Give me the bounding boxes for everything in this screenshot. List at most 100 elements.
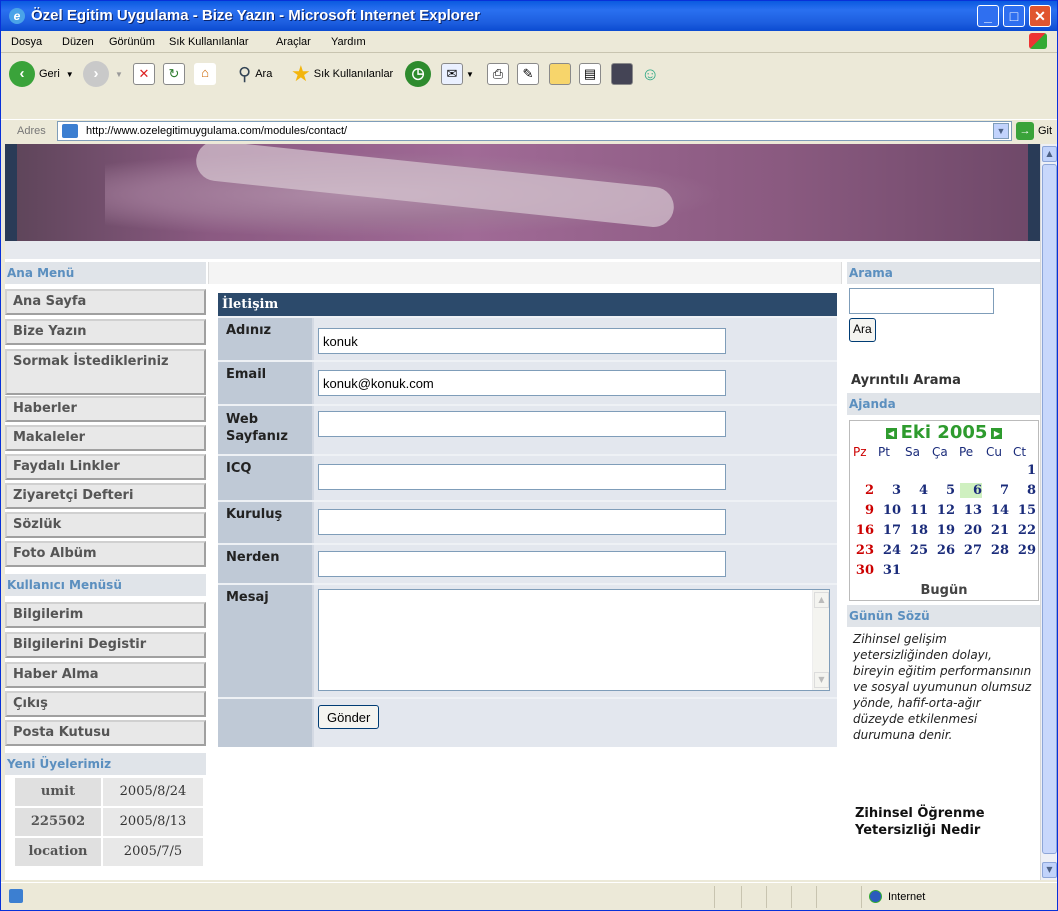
menu-item-haberler[interactable]: Haberler	[5, 396, 206, 422]
calendar-day[interactable]: 12	[933, 503, 955, 518]
calendar-day[interactable]: 31	[879, 563, 901, 578]
calendar-day[interactable]: 19	[933, 523, 955, 538]
menu-item-faydali-linkler[interactable]: Faydalı Linkler	[5, 454, 206, 480]
calendar-day[interactable]: 17	[879, 523, 901, 538]
refresh-button[interactable]: ↻	[163, 59, 185, 89]
menu-item-sozluk[interactable]: Sözlük	[5, 512, 206, 538]
menu-item-bilgilerim[interactable]: Bilgilerim	[5, 602, 206, 628]
calendar-day[interactable]: 26	[933, 543, 955, 558]
name-field[interactable]: konuk	[318, 328, 726, 354]
search-submit-button[interactable]: Ara	[849, 318, 876, 342]
calendar-day[interactable]: 8	[1014, 483, 1036, 498]
prev-month-icon[interactable]: ◀	[885, 427, 897, 439]
calendar-day[interactable]: 22	[1014, 523, 1036, 538]
discuss-button[interactable]	[549, 59, 571, 89]
messenger-button[interactable]: ☺	[641, 59, 659, 89]
research-button[interactable]: ▤	[579, 59, 601, 89]
kurulus-field[interactable]	[318, 509, 726, 535]
menu-araclar[interactable]: Araçlar	[276, 36, 311, 48]
menu-item-sormak[interactable]: Sormak İstedikleriniz	[5, 349, 206, 395]
menu-gorunum[interactable]: Görünüm	[109, 36, 155, 48]
mail-button[interactable]: ✉ ▼	[441, 59, 474, 89]
menu-item-foto-album[interactable]: Foto Albüm	[5, 541, 206, 567]
weekday-label: Pz	[853, 445, 867, 459]
menu-item-haber-alma[interactable]: Haber Alma	[5, 662, 206, 688]
title-bar[interactable]: e Özel Egitim Uygulama - Bize Yazın - Mi…	[1, 1, 1057, 31]
stop-button[interactable]: ✕	[133, 59, 155, 89]
menu-favorites[interactable]: Sık Kullanılanlar	[169, 36, 249, 48]
member-name[interactable]: umit	[15, 778, 101, 806]
today-link[interactable]: Bugün	[850, 583, 1038, 598]
calendar-day[interactable]: 21	[987, 523, 1009, 538]
calendar-day[interactable]: 14	[987, 503, 1009, 518]
menu-dosya[interactable]: Dosya	[11, 36, 42, 48]
scroll-down-icon[interactable]: ▼	[814, 672, 829, 688]
email-field[interactable]: konuk@konuk.com	[318, 370, 726, 396]
back-button[interactable]: ‹ Geri ▼	[9, 59, 74, 89]
quote-link[interactable]: Zihinsel Öğrenme Yetersizliği Nedir	[855, 805, 1035, 839]
calendar-day[interactable]: 15	[1014, 503, 1036, 518]
submit-button[interactable]: Gönder	[318, 705, 380, 729]
icq-field[interactable]	[318, 464, 726, 490]
member-name[interactable]: location	[15, 838, 101, 866]
calendar-day[interactable]: 23	[852, 543, 874, 558]
message-textarea[interactable]: ▲ ▼	[318, 589, 830, 691]
print-button[interactable]: ⎙	[487, 59, 509, 89]
calendar-day[interactable]: 11	[906, 503, 928, 518]
menu-item-ana-sayfa[interactable]: Ana Sayfa	[5, 289, 206, 315]
media-button[interactable]	[611, 59, 633, 89]
web-field[interactable]	[318, 411, 726, 437]
calendar-day[interactable]: 4	[906, 483, 928, 498]
calendar-day[interactable]: 13	[960, 503, 982, 518]
edit-button[interactable]: ✎	[517, 59, 539, 89]
calendar-day[interactable]: 27	[960, 543, 982, 558]
forward-button[interactable]: › ▼	[83, 59, 123, 89]
menu-item-cikis[interactable]: Çıkış	[5, 691, 206, 717]
minimize-button[interactable]: _	[977, 5, 999, 27]
calendar-day[interactable]: 30	[852, 563, 874, 578]
calendar-day[interactable]: 7	[987, 483, 1009, 498]
menu-item-ziyaretci[interactable]: Ziyaretçi Defteri	[5, 483, 206, 509]
menu-duzen[interactable]: Düzen	[62, 36, 94, 48]
calendar-day[interactable]: 5	[933, 483, 955, 498]
next-month-icon[interactable]: ▶	[991, 427, 1003, 439]
close-button[interactable]: ✕	[1029, 5, 1051, 27]
nerden-field[interactable]	[318, 551, 726, 577]
home-button[interactable]: ⌂	[194, 59, 216, 89]
calendar-day[interactable]: 3	[879, 483, 901, 498]
scroll-up-icon[interactable]: ▲	[814, 592, 829, 608]
scroll-down-icon[interactable]: ▼	[1042, 862, 1057, 878]
page-scrollbar[interactable]: ▲ ▼	[1040, 144, 1057, 880]
calendar-day[interactable]: 29	[1014, 543, 1036, 558]
advanced-search-link[interactable]: Ayrıntılı Arama	[851, 373, 961, 388]
scroll-thumb[interactable]	[1042, 164, 1057, 854]
calendar-day[interactable]: 28	[987, 543, 1009, 558]
search-button[interactable]: ⚲ Ara	[238, 59, 272, 89]
search-input[interactable]	[849, 288, 994, 314]
go-button[interactable]: → Git	[1016, 122, 1052, 140]
calendar-day[interactable]: 18	[906, 523, 928, 538]
weekday-label: Ct	[1013, 445, 1027, 459]
menu-item-bilgileri-degistir[interactable]: Bilgilerini Degistir	[5, 632, 206, 658]
menu-item-makaleler[interactable]: Makaleler	[5, 425, 206, 451]
calendar-day[interactable]: 16	[852, 523, 874, 538]
address-dropdown-icon[interactable]: ▼	[993, 123, 1009, 139]
menu-item-bize-yazin[interactable]: Bize Yazın	[5, 319, 206, 345]
calendar-day[interactable]: 10	[879, 503, 901, 518]
calendar-day[interactable]: 25	[906, 543, 928, 558]
calendar-day[interactable]: 9	[852, 503, 874, 518]
menu-yardim[interactable]: Yardım	[331, 36, 366, 48]
menu-item-posta-kutusu[interactable]: Posta Kutusu	[5, 720, 206, 746]
calendar-day[interactable]: 2	[852, 483, 874, 498]
textarea-scrollbar[interactable]: ▲ ▼	[812, 590, 829, 690]
maximize-button[interactable]: □	[1003, 5, 1025, 27]
member-name[interactable]: 225502	[15, 808, 101, 836]
calendar-day[interactable]: 1	[1014, 463, 1036, 478]
calendar-day[interactable]: 24	[879, 543, 901, 558]
calendar-day[interactable]: 6	[960, 483, 982, 498]
history-button[interactable]: ◷	[405, 59, 431, 89]
scroll-up-icon[interactable]: ▲	[1042, 146, 1057, 162]
address-input[interactable]: http://www.ozelegitimuygulama.com/module…	[57, 121, 1012, 141]
calendar-day[interactable]: 20	[960, 523, 982, 538]
favorites-button[interactable]: ★ Sık Kullanılanlar	[291, 59, 393, 89]
